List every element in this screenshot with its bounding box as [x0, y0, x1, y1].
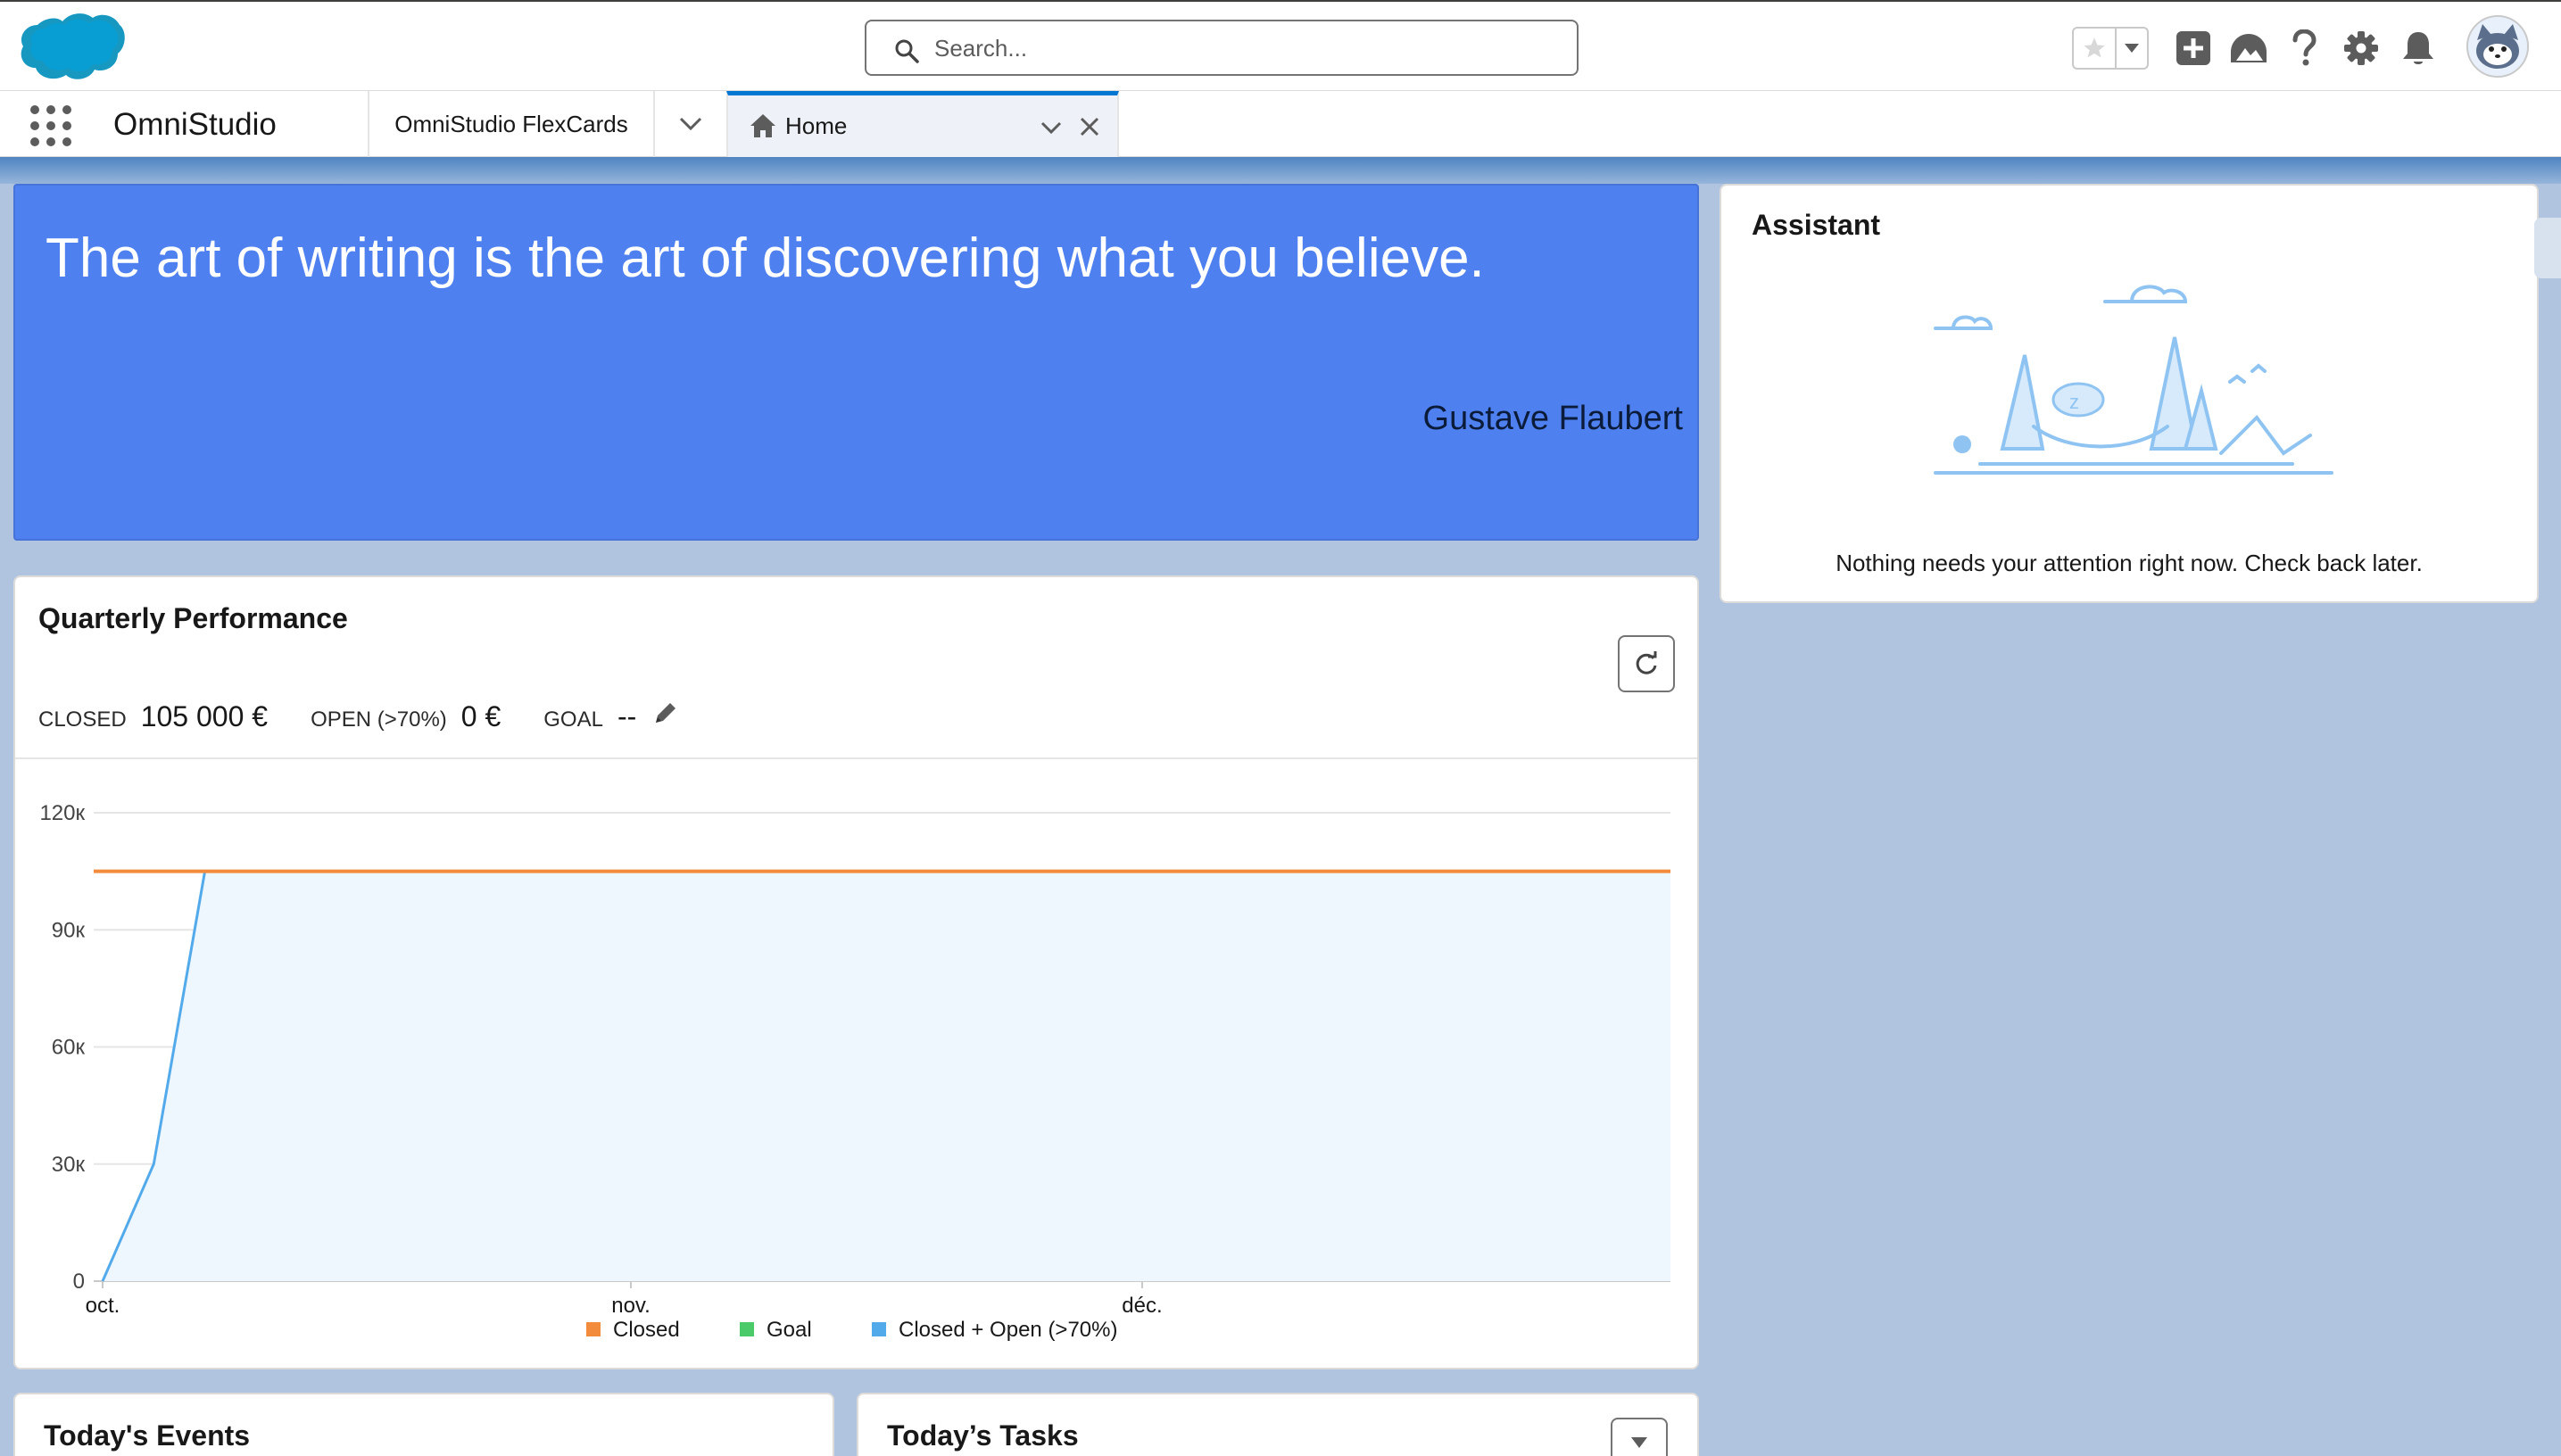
quarterly-performance-chart: 0 30к 60к 90к 120к oct. nov. déc. Closed Goal Clos… — [39, 801, 1670, 1342]
legend-label: Goal — [767, 1318, 812, 1342]
tab-home-close-icon[interactable] — [1078, 115, 1101, 138]
global-header — [0, 0, 2561, 91]
favorite-star-button[interactable] — [2074, 29, 2117, 68]
notification-bell-icon — [2403, 32, 2433, 64]
legend-swatch — [586, 1322, 601, 1336]
x-tick-label: nov. — [611, 1294, 651, 1318]
utility-panel-handle[interactable] — [2534, 218, 2561, 278]
global-search[interactable] — [865, 20, 1579, 76]
assistant-title: Assistant — [1752, 209, 1881, 241]
app-launcher-dot — [30, 121, 39, 130]
global-add-button[interactable] — [2172, 27, 2215, 70]
chevron-down-icon — [1631, 1437, 1647, 1448]
favorites-group — [2072, 27, 2149, 70]
tasks-filter-dropdown[interactable] — [1611, 1418, 1668, 1456]
closed-label: CLOSED — [38, 707, 127, 732]
goal-value: -- — [617, 700, 637, 732]
legend-swatch — [740, 1322, 754, 1336]
refresh-icon — [1636, 651, 1657, 674]
favorite-star-icon — [2084, 37, 2105, 58]
help-icon — [2292, 29, 2317, 66]
todays-tasks-card: Today’s Tasks — [857, 1393, 1699, 1456]
app-launcher-dot — [46, 121, 55, 130]
quote-text: The art of writing is the art of discove… — [46, 228, 1485, 289]
user-avatar[interactable] — [2466, 15, 2529, 78]
quote-card: The art of writing is the art of discove… — [13, 184, 1699, 541]
app-launcher-dot — [30, 105, 39, 114]
brand-band — [0, 157, 2561, 184]
salesforce-cloud-logo[interactable] — [18, 9, 127, 86]
assistant-card: Assistant z Nothing needs your attention… — [1720, 184, 2539, 603]
goal-label: GOAL — [543, 707, 603, 732]
setup-button[interactable] — [2340, 27, 2383, 70]
nav-menu-dropdown-button[interactable] — [653, 91, 726, 157]
todays-events-card: Today's Events — [13, 1393, 834, 1456]
closed-open-area — [103, 871, 1670, 1281]
performance-metrics: CLOSED 105 000 € OPEN (>70%) 0 € GOAL -- — [38, 700, 677, 733]
favorites-dropdown-button[interactable] — [2117, 29, 2147, 68]
app-launcher-button[interactable] — [30, 105, 71, 146]
chevron-down-icon — [2125, 44, 2139, 53]
y-tick-label: 120к — [39, 801, 85, 825]
notifications-button[interactable] — [2397, 27, 2440, 70]
app-launcher-dot — [62, 137, 71, 146]
help-button[interactable] — [2283, 27, 2325, 70]
app-launcher-dot — [46, 105, 55, 114]
legend-swatch — [872, 1322, 886, 1336]
tab-home-label: Home — [785, 112, 848, 139]
global-add-icon — [2176, 31, 2210, 65]
y-tick-label: 90к — [52, 918, 86, 942]
tab-omnistudio-flexcards[interactable]: OmniStudio FlexCards — [368, 91, 653, 157]
assistant-empty-message: Nothing needs your attention right now. … — [1836, 550, 2423, 576]
legend-label: Closed — [613, 1318, 680, 1342]
refresh-button[interactable] — [1618, 635, 1675, 692]
y-tick-label: 30к — [52, 1153, 86, 1177]
app-launcher-dot — [62, 121, 71, 130]
tab-home[interactable]: Home — [726, 91, 1119, 157]
setup-gear-icon — [2344, 31, 2378, 65]
hammock-illustration: z — [1934, 285, 2333, 475]
performance-title: Quarterly Performance — [38, 602, 348, 634]
tab-home-options-icon[interactable] — [1039, 115, 1064, 140]
trailhead-icon — [2231, 34, 2267, 62]
open-value: 0 € — [460, 700, 501, 732]
x-tick-label: oct. — [86, 1294, 120, 1318]
search-icon — [895, 39, 919, 63]
chevron-down-icon — [679, 117, 702, 131]
app-launcher-dot — [46, 137, 55, 146]
app-name: OmniStudio — [113, 107, 277, 142]
closed-value: 105 000 € — [140, 700, 269, 732]
legend-label: Closed + Open (>70%) — [899, 1318, 1117, 1342]
app-nav-bar: OmniStudio OmniStudio FlexCards Home — [0, 91, 2561, 157]
x-tick-label: déc. — [1122, 1294, 1162, 1318]
open-label: OPEN (>70%) — [311, 707, 447, 732]
y-tick-label: 60к — [52, 1036, 86, 1060]
quarterly-performance-card: Quarterly Performance CLOSED 105 000 € O… — [13, 575, 1699, 1369]
edit-goal-pencil-icon[interactable] — [652, 701, 677, 726]
tasks-title: Today’s Tasks — [887, 1419, 1079, 1452]
events-title: Today's Events — [44, 1419, 251, 1452]
svg-text:z: z — [2069, 391, 2079, 413]
astro-avatar-icon — [2468, 17, 2527, 76]
home-icon — [750, 114, 775, 137]
search-input[interactable] — [934, 29, 1559, 68]
app-launcher-dot — [62, 105, 71, 114]
quote-author: Gustave Flaubert — [1422, 400, 1683, 437]
trailhead-button[interactable] — [2227, 27, 2270, 70]
y-tick-label: 0 — [73, 1270, 85, 1294]
app-launcher-dot — [30, 137, 39, 146]
